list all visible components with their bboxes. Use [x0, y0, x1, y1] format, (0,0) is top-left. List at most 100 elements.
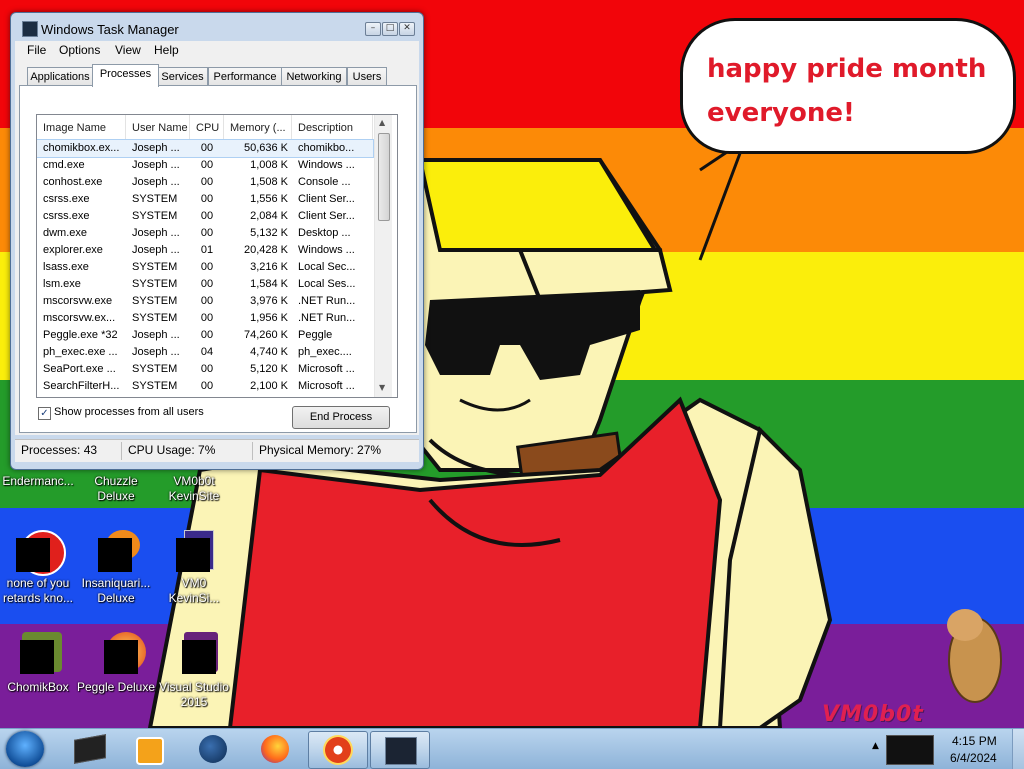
- task-manager-body: Applications Processes Services Performa…: [15, 59, 419, 435]
- start-button[interactable]: [6, 731, 44, 767]
- tab-applications[interactable]: Applications: [27, 67, 93, 86]
- cell-memory: 5,132 K: [250, 227, 288, 239]
- end-process-button[interactable]: End Process: [292, 406, 390, 429]
- checkbox-checked-icon[interactable]: ✓: [38, 407, 51, 420]
- cell-description: .NET Run...: [298, 295, 356, 307]
- desktop-icon-label: VM0: [181, 576, 207, 590]
- clock-date[interactable]: 6/4/2024: [950, 751, 997, 765]
- column-cpu[interactable]: CPU: [190, 115, 224, 139]
- maximize-button[interactable]: □: [382, 22, 398, 36]
- task-manager-icon: [22, 21, 38, 37]
- desktop-icon-visual-studio-2015[interactable]: Visual Studio 2015: [154, 630, 234, 710]
- cell-image-name: dwm.exe: [43, 227, 88, 239]
- desktop-icon-vm0b0t-kevinsite[interactable]: VM0b0t KevinSite: [154, 474, 234, 504]
- menu-view[interactable]: View: [115, 43, 141, 57]
- menu-options[interactable]: Options: [59, 43, 100, 57]
- task-manager-window[interactable]: Windows Task Manager – □ ✕ File Options …: [10, 12, 424, 470]
- vertical-scrollbar[interactable]: ▲ ▼: [374, 115, 392, 397]
- desktop-icon-insaniquarium-deluxe[interactable]: Insaniquari... Deluxe: [76, 526, 156, 606]
- table-row[interactable]: ph_exec.exe ... Joseph ... 04 4,740 K ph_exe…: [37, 344, 373, 361]
- cell-cpu: 00: [200, 142, 214, 154]
- cell-image-name: Peggle.exe *32: [43, 329, 118, 341]
- desktop-icon-chuzzle-deluxe[interactable]: Chuzzle Deluxe: [76, 474, 156, 504]
- cell-user-name: SYSTEM: [132, 261, 178, 273]
- tab-users[interactable]: Users: [347, 67, 387, 86]
- cell-image-name: explorer.exe: [43, 244, 103, 256]
- taskbar-globe[interactable]: [186, 731, 240, 767]
- show-desktop-button[interactable]: [1012, 729, 1024, 769]
- taskbar-firefox[interactable]: [248, 731, 302, 767]
- scroll-down-arrow[interactable]: ▼: [379, 383, 385, 392]
- close-button[interactable]: ✕: [399, 22, 415, 36]
- peggle-icon: [92, 630, 146, 678]
- cell-description: ph_exec....: [298, 346, 352, 358]
- desktop-icon-label-2: Deluxe: [97, 489, 135, 503]
- process-rows: chomikbox.ex... Joseph ... 00 50,636 K chomi…: [37, 139, 374, 395]
- column-image-name[interactable]: Image Name: [37, 115, 126, 139]
- cell-user-name: SYSTEM: [132, 295, 178, 307]
- title-bar[interactable]: Windows Task Manager – □ ✕: [11, 13, 423, 43]
- table-row[interactable]: explorer.exe Joseph ... 01 20,428 K Windows …: [37, 242, 373, 259]
- desktop-icon-none-of-you[interactable]: none of you retards kno...: [0, 526, 78, 606]
- taskbar-media-player[interactable]: [122, 731, 176, 767]
- tab-networking[interactable]: Networking: [281, 67, 347, 86]
- cell-memory: 50,636 K: [243, 142, 288, 154]
- column-description[interactable]: Description: [292, 115, 373, 139]
- cell-image-name: chomikbox.ex...: [43, 142, 120, 154]
- menu-file[interactable]: File: [27, 43, 46, 57]
- network-icon[interactable]: [886, 735, 934, 765]
- cell-image-name: csrss.exe: [43, 210, 90, 222]
- table-row-selected[interactable]: chomikbox.ex... Joseph ... 00 50,636 K chomi…: [37, 139, 374, 158]
- tab-services[interactable]: Services: [157, 67, 208, 86]
- desktop-icon-chomikbox[interactable]: ChomikBox: [0, 630, 78, 695]
- cell-description: Microsoft ...: [298, 363, 355, 375]
- desktop-icon-endermanc[interactable]: Endermanc...: [0, 474, 78, 489]
- process-list[interactable]: Image Name User Name CPU Memory (... Des…: [36, 114, 398, 398]
- column-user-name[interactable]: User Name: [126, 115, 190, 139]
- table-row[interactable]: lsass.exe SYSTEM 00 3,216 K Local Sec...: [37, 259, 373, 276]
- desktop-icon-peggle-deluxe[interactable]: Peggle Deluxe: [76, 630, 156, 695]
- table-row[interactable]: SeaPort.exe ... SYSTEM 00 5,120 K Microsoft …: [37, 361, 373, 378]
- globe-icon: [199, 735, 227, 763]
- taskbar-task-manager[interactable]: [370, 731, 430, 769]
- desktop-icon-label: Endermanc...: [2, 474, 74, 488]
- cell-user-name: SYSTEM: [132, 193, 178, 205]
- table-row[interactable]: Peggle.exe *32 Joseph ... 00 74,260 K Peggle: [37, 327, 373, 344]
- red-circle-icon: [14, 526, 66, 576]
- minimize-button[interactable]: –: [365, 22, 381, 36]
- cell-description: Client Ser...: [298, 210, 355, 222]
- cell-image-name: csrss.exe: [43, 193, 90, 205]
- table-row[interactable]: csrss.exe SYSTEM 00 1,556 K Client Ser...: [37, 191, 373, 208]
- table-row[interactable]: lsm.exe SYSTEM 00 1,584 K Local Ses...: [37, 276, 373, 293]
- table-row[interactable]: conhost.exe Joseph ... 00 1,508 K Console ..…: [37, 174, 373, 191]
- menu-help[interactable]: Help: [154, 43, 179, 57]
- cell-memory: 3,216 K: [250, 261, 288, 273]
- clock-time[interactable]: 4:15 PM: [952, 734, 997, 748]
- table-row[interactable]: cmd.exe Joseph ... 00 1,008 K Windows ...: [37, 157, 373, 174]
- show-hidden-icons-arrow[interactable]: ▲: [872, 741, 879, 751]
- scroll-thumb[interactable]: [378, 133, 390, 221]
- desktop-icon-label: Chuzzle: [94, 474, 138, 488]
- desktop-icon-vm0-kevinsite[interactable]: VM0 KevinSi...: [154, 526, 234, 606]
- taskbar-peggle[interactable]: [308, 731, 368, 769]
- taskbar-virtualbox[interactable]: [62, 731, 116, 767]
- speech-bubble-line2: everyone!: [707, 98, 855, 128]
- table-row[interactable]: SearchFilterH... SYSTEM 00 2,100 K Microsoft…: [37, 378, 373, 395]
- table-row[interactable]: dwm.exe Joseph ... 00 5,132 K Desktop ...: [37, 225, 373, 242]
- firefox-icon: [261, 735, 289, 763]
- cell-cpu: 04: [200, 346, 214, 358]
- table-row[interactable]: csrss.exe SYSTEM 00 2,084 K Client Ser...: [37, 208, 373, 225]
- tab-processes[interactable]: Processes: [92, 64, 159, 87]
- cell-cpu: 00: [200, 363, 214, 375]
- table-row[interactable]: mscorsvw.exe SYSTEM 00 3,976 K .NET Run...: [37, 293, 373, 310]
- tab-performance[interactable]: Performance: [208, 67, 282, 86]
- menu-bar: File Options View Help: [15, 41, 419, 59]
- column-memory[interactable]: Memory (...: [224, 115, 292, 139]
- cell-image-name: cmd.exe: [43, 159, 85, 171]
- cell-memory: 1,556 K: [250, 193, 288, 205]
- cell-image-name: SeaPort.exe ...: [43, 363, 116, 375]
- cell-memory: 3,976 K: [250, 295, 288, 307]
- artist-signature: VM0b0t: [822, 702, 924, 727]
- scroll-up-arrow[interactable]: ▲: [379, 118, 385, 127]
- table-row[interactable]: mscorsvw.ex... SYSTEM 00 1,956 K .NET Run...: [37, 310, 373, 327]
